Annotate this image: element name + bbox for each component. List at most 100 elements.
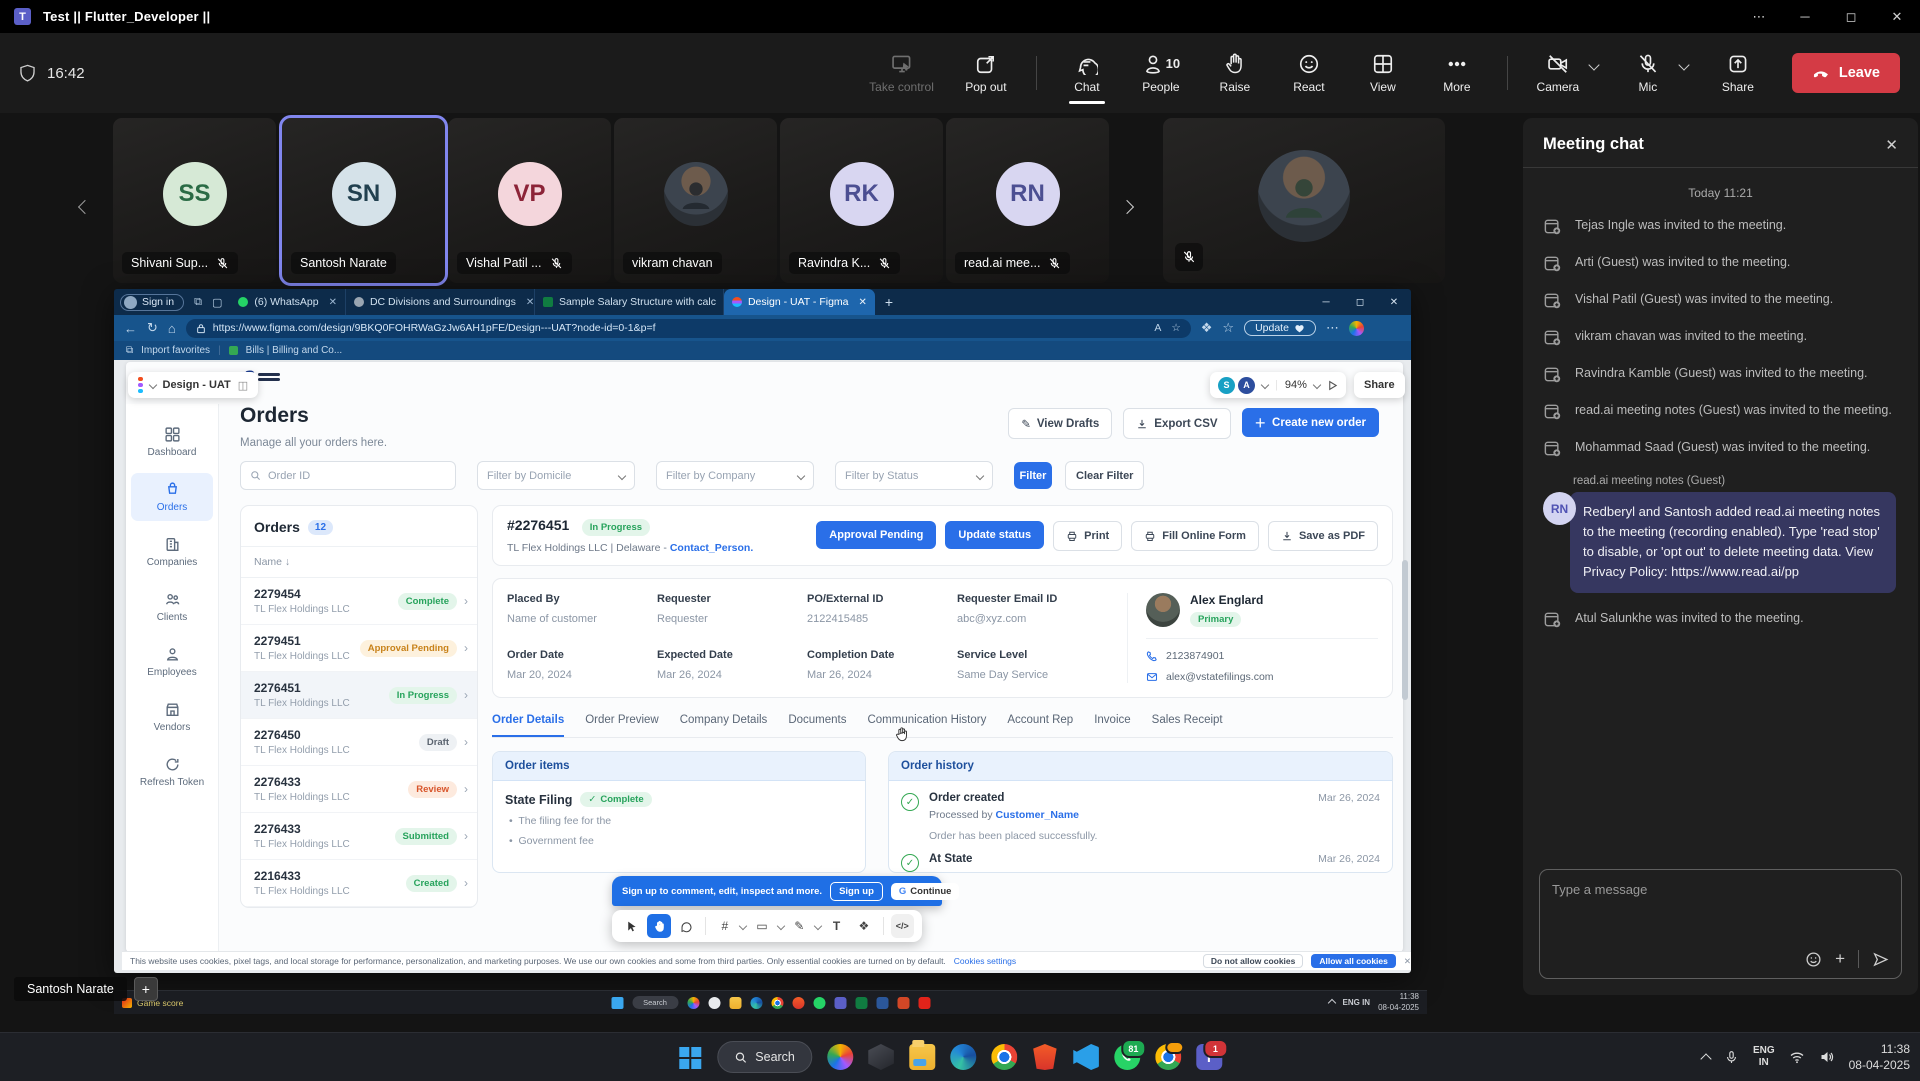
chat-message-list[interactable]: Today 11:21 Tejas Ingle was invited to t… xyxy=(1523,172,1918,859)
approval-pending-button[interactable]: Approval Pending xyxy=(816,521,936,549)
vscode-icon[interactable] xyxy=(1073,1044,1099,1070)
present-icon[interactable] xyxy=(1327,380,1338,391)
browser-tab[interactable]: DC Divisions and Surroundings✕ xyxy=(346,289,535,315)
pen-tool-icon[interactable]: ✎ xyxy=(788,914,811,938)
chat-message-input[interactable]: Type a message + xyxy=(1539,869,1902,979)
sidebar-item-companies[interactable]: Companies xyxy=(131,528,213,576)
file-explorer-icon[interactable] xyxy=(909,1044,935,1070)
people-button[interactable]: 10 People xyxy=(1137,47,1185,100)
sidebar-item-clients[interactable]: Clients xyxy=(131,583,213,631)
print-button[interactable]: Print xyxy=(1053,521,1122,551)
update-status-button[interactable]: Update status xyxy=(945,521,1044,549)
sign-up-button[interactable]: Sign up xyxy=(830,882,883,901)
order-row[interactable]: 2276433TL Flex Holdings LLC Submitted› xyxy=(241,813,477,860)
filter-button[interactable]: Filter xyxy=(1014,462,1052,489)
frame-tool-icon[interactable]: # xyxy=(713,914,736,938)
more-options-icon[interactable]: ⋯ xyxy=(1736,0,1782,33)
tab-order-preview[interactable]: Order Preview xyxy=(585,714,659,737)
import-favorites-link[interactable]: Import favorites xyxy=(141,345,210,356)
customer-name-link[interactable]: Customer_Name xyxy=(996,809,1079,821)
chrome-icon[interactable] xyxy=(991,1044,1017,1070)
attach-plus-icon[interactable]: + xyxy=(1835,949,1845,969)
collaborator-avatar[interactable]: A xyxy=(1238,377,1255,394)
excel-icon[interactable] xyxy=(855,997,867,1009)
copilot-icon[interactable] xyxy=(687,997,699,1009)
browser-profile-button[interactable]: Sign in xyxy=(120,294,184,311)
chevron-down-icon[interactable] xyxy=(1313,381,1321,389)
order-row[interactable]: 2276450TL Flex Holdings LLC Draft› xyxy=(241,719,477,766)
participant-tile[interactable]: SS Shivani Sup... xyxy=(113,118,276,283)
app-icon[interactable] xyxy=(868,1044,894,1070)
browser-restore-icon[interactable]: ◻ xyxy=(1343,297,1377,308)
chevron-down-icon[interactable] xyxy=(739,922,747,930)
app-icon[interactable] xyxy=(708,997,720,1009)
brave-icon[interactable] xyxy=(792,997,804,1009)
home-icon[interactable]: ⌂ xyxy=(168,321,176,336)
fill-online-form-button[interactable]: Fill Online Form xyxy=(1131,521,1259,551)
google-continue-button[interactable]: GContinue xyxy=(891,883,960,900)
read-aloud-icon[interactable]: A xyxy=(1154,322,1161,334)
scrollbar-thumb[interactable] xyxy=(1402,560,1408,700)
order-row[interactable]: 2279451TL Flex Holdings LLC Approval Pen… xyxy=(241,625,477,672)
order-id-search-input[interactable]: Order ID xyxy=(240,461,456,490)
figma-share-button[interactable]: Share xyxy=(1354,372,1405,398)
strip-scroll-right-icon[interactable] xyxy=(1122,199,1132,217)
export-csv-button[interactable]: Export CSV xyxy=(1123,408,1230,439)
chrome-icon[interactable] xyxy=(771,997,783,1009)
participant-tile[interactable]: RN read.ai mee... xyxy=(946,118,1109,283)
taskbar-clock[interactable]: 11:3808-04-2025 xyxy=(1849,1041,1910,1073)
cookies-settings-link[interactable]: Cookies settings xyxy=(954,956,1016,966)
order-row[interactable]: 2279454TL Flex Holdings LLC Complete› xyxy=(241,578,477,625)
save-as-pdf-button[interactable]: Save as PDF xyxy=(1268,521,1378,551)
powerpoint-icon[interactable] xyxy=(897,997,909,1009)
browser-minimize-icon[interactable]: ─ xyxy=(1309,297,1343,308)
contact-person-link[interactable]: Contact_Person. xyxy=(670,542,753,554)
tab-company-details[interactable]: Company Details xyxy=(680,714,768,737)
camera-button[interactable]: Camera xyxy=(1534,47,1582,100)
close-chat-icon[interactable]: ✕ xyxy=(1885,136,1898,154)
view-drafts-button[interactable]: ✎ View Drafts xyxy=(1008,408,1112,439)
chevron-down-icon[interactable] xyxy=(814,922,822,930)
whatsapp-icon[interactable] xyxy=(813,997,825,1009)
close-cookie-icon[interactable]: ✕ xyxy=(1404,956,1411,967)
whatsapp-icon[interactable]: 81 xyxy=(1114,1044,1140,1070)
participant-tile-active-speaker[interactable]: SN Santosh Narate xyxy=(282,118,445,283)
browser-close-icon[interactable]: ✕ xyxy=(1377,297,1411,308)
clear-filter-button[interactable]: Clear Filter xyxy=(1065,461,1144,490)
maximize-button[interactable]: ◻ xyxy=(1828,0,1874,33)
workspaces-icon[interactable]: ⧉ xyxy=(194,296,202,309)
wifi-icon[interactable] xyxy=(1789,1049,1805,1065)
edge-icon[interactable] xyxy=(950,1044,976,1070)
browser-tab-active[interactable]: Design - UAT - Figma✕ xyxy=(724,289,875,315)
word-icon[interactable] xyxy=(876,997,888,1009)
tab-account-rep[interactable]: Account Rep xyxy=(1007,714,1073,737)
participant-tile[interactable]: vikram chavan xyxy=(614,118,777,283)
sidebar-item-orders[interactable]: Orders xyxy=(131,473,213,521)
teams-icon[interactable] xyxy=(834,997,846,1009)
refresh-icon[interactable]: ↻ xyxy=(147,320,158,336)
tab-communication-history[interactable]: Communication History xyxy=(867,714,986,737)
acrobat-icon[interactable] xyxy=(918,997,930,1009)
filter-company-select[interactable]: Filter by Company xyxy=(656,461,814,490)
filter-domicile-select[interactable]: Filter by Domicile xyxy=(477,461,635,490)
order-row[interactable]: 2276433TL Flex Holdings LLC Review› xyxy=(241,766,477,813)
inner-clock[interactable]: 11:3808-04-2025 xyxy=(1378,992,1419,1013)
start-button[interactable] xyxy=(676,1044,702,1070)
view-button[interactable]: View xyxy=(1359,47,1407,100)
more-button[interactable]: More xyxy=(1433,47,1481,100)
comment-tool-icon[interactable] xyxy=(675,914,698,938)
file-explorer-icon[interactable] xyxy=(729,997,741,1009)
order-row-selected[interactable]: 2276451TL Flex Holdings LLC In Progress› xyxy=(241,672,477,719)
sidebar-item-vendors[interactable]: Vendors xyxy=(131,693,213,741)
sidebar-item-employees[interactable]: Employees xyxy=(131,638,213,686)
language-indicator[interactable]: ENGIN xyxy=(1753,1045,1775,1070)
tab-order-details[interactable]: Order Details xyxy=(492,714,564,737)
chat-button[interactable]: Chat xyxy=(1063,47,1111,100)
tab-actions-icon[interactable]: ▢ xyxy=(212,296,222,309)
dev-mode-toggle-icon[interactable]: </> xyxy=(891,914,914,938)
hidden-icons-chevron-icon[interactable] xyxy=(1327,998,1335,1006)
browser-tab[interactable]: Sample Salary Structure with calc✕ xyxy=(535,289,724,315)
sidebar-item-refresh-token[interactable]: Refresh Token xyxy=(131,748,213,796)
tab-invoice[interactable]: Invoice xyxy=(1094,714,1130,737)
minimize-button[interactable]: ─ xyxy=(1782,0,1828,33)
